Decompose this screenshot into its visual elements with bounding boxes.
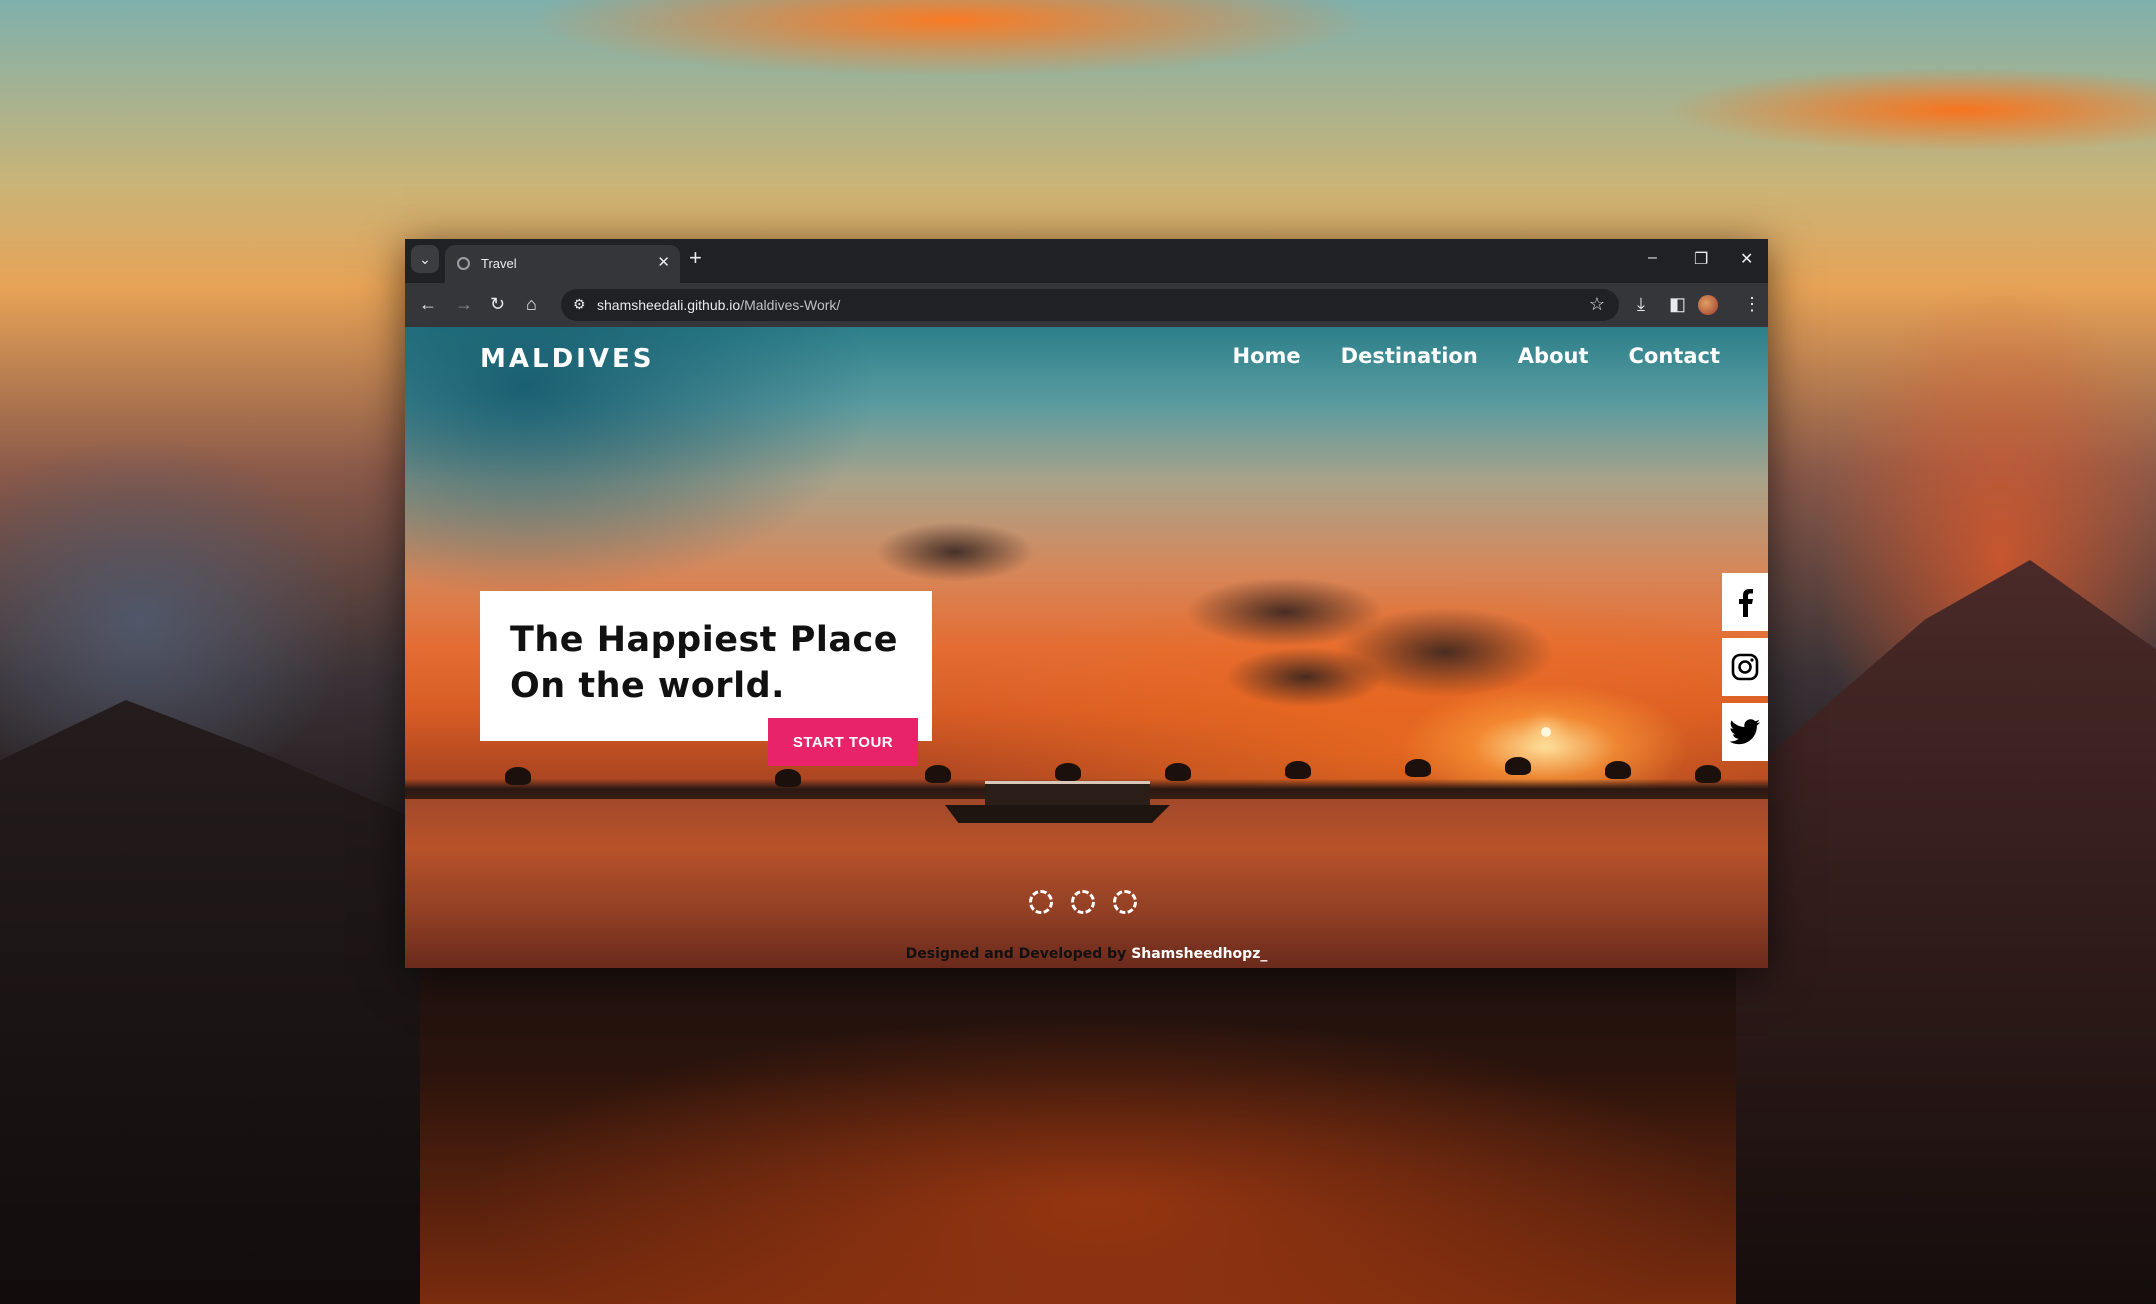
desktop-wallpaper-mountain: [0, 700, 420, 1304]
more-icon[interactable]: ⋮: [1743, 294, 1761, 314]
twitter-link[interactable]: [1722, 703, 1768, 761]
nav-about[interactable]: About: [1518, 344, 1589, 368]
slider-dots: [1029, 890, 1137, 914]
page-viewport: MALDIVES Home Destination About Contact …: [405, 327, 1768, 968]
palm-tree: [1165, 763, 1191, 781]
reload-icon[interactable]: ↻: [490, 294, 505, 314]
profile-avatar[interactable]: [1698, 295, 1718, 315]
palm-tree: [505, 767, 531, 785]
browser-toolbar: ← → ↻ ⌂ ⚙ shamsheedali.github.io/Maldive…: [405, 283, 1768, 327]
social-links: [1722, 573, 1768, 768]
footer-credit: Designed and Developed by Shamsheedhopz_: [405, 946, 1768, 962]
bookmark-star-icon[interactable]: ☆: [1589, 294, 1605, 315]
nav-home[interactable]: Home: [1233, 344, 1301, 368]
palm-tree: [1285, 761, 1311, 779]
download-icon[interactable]: ⤓: [1637, 294, 1645, 314]
restore-icon[interactable]: ❐: [1694, 249, 1708, 269]
palm-tree: [1505, 757, 1531, 775]
cloud: [875, 522, 1035, 582]
hero-title-line: On the world.: [510, 666, 785, 706]
browser-window: ⌄ Travel ✕ + – ❐ ✕ ← → ↻ ⌂ ⚙ shamsheedal…: [405, 239, 1768, 968]
palm-tree: [775, 769, 801, 787]
chevron-down-icon: ⌄: [419, 250, 431, 267]
tab-title: Travel: [481, 256, 517, 271]
slider-dot[interactable]: [1113, 890, 1137, 914]
boat: [945, 805, 1170, 823]
footer-prefix: Designed and Developed by: [905, 946, 1132, 962]
close-icon[interactable]: ✕: [1740, 249, 1753, 269]
forward-icon[interactable]: →: [455, 294, 473, 314]
close-icon[interactable]: ✕: [657, 253, 670, 271]
plus-icon[interactable]: +: [689, 247, 702, 269]
instagram-icon: [1731, 653, 1759, 681]
site-info-icon[interactable]: ⚙: [573, 296, 586, 313]
desktop-wallpaper-mountain: [1736, 560, 2156, 1304]
hero-title: The Happiest Place On the world.: [510, 617, 920, 709]
back-icon[interactable]: ←: [419, 294, 437, 314]
facebook-icon: [1739, 589, 1753, 617]
globe-icon: [457, 257, 470, 270]
start-tour-button[interactable]: START TOUR: [768, 718, 918, 766]
tab-travel[interactable]: Travel ✕: [445, 245, 680, 283]
url-path: /Maldives-Work/: [740, 297, 841, 313]
palm-tree: [1605, 761, 1631, 779]
palm-tree: [1405, 759, 1431, 777]
url-host: shamsheedali.github.io: [597, 297, 741, 313]
nav-destination[interactable]: Destination: [1341, 344, 1478, 368]
home-icon[interactable]: ⌂: [526, 294, 537, 314]
slider-dot[interactable]: [1029, 890, 1053, 914]
hero-title-line: The Happiest Place: [510, 620, 898, 660]
cloud: [1225, 647, 1385, 707]
tab-search-button[interactable]: ⌄: [411, 245, 439, 273]
side-panel-icon[interactable]: ◧: [1669, 294, 1686, 314]
facebook-link[interactable]: [1722, 573, 1768, 631]
url-text[interactable]: shamsheedali.github.io/Maldives-Work/: [597, 297, 840, 313]
twitter-icon: [1729, 719, 1760, 745]
instagram-link[interactable]: [1722, 638, 1768, 696]
main-nav: Home Destination About Contact: [1233, 344, 1721, 368]
palm-tree: [1695, 765, 1721, 783]
site-logo[interactable]: MALDIVES: [480, 344, 654, 374]
palm-tree: [1055, 763, 1081, 781]
palm-tree: [925, 765, 951, 783]
address-bar[interactable]: ⚙ shamsheedali.github.io/Maldives-Work/ …: [561, 289, 1619, 321]
tab-strip: ⌄ Travel ✕ + – ❐ ✕: [405, 239, 1768, 283]
footer-author: Shamsheedhopz_: [1131, 946, 1268, 962]
minimize-icon[interactable]: –: [1648, 249, 1657, 267]
sun: [1541, 727, 1551, 737]
slider-dot[interactable]: [1071, 890, 1095, 914]
nav-contact[interactable]: Contact: [1629, 344, 1721, 368]
